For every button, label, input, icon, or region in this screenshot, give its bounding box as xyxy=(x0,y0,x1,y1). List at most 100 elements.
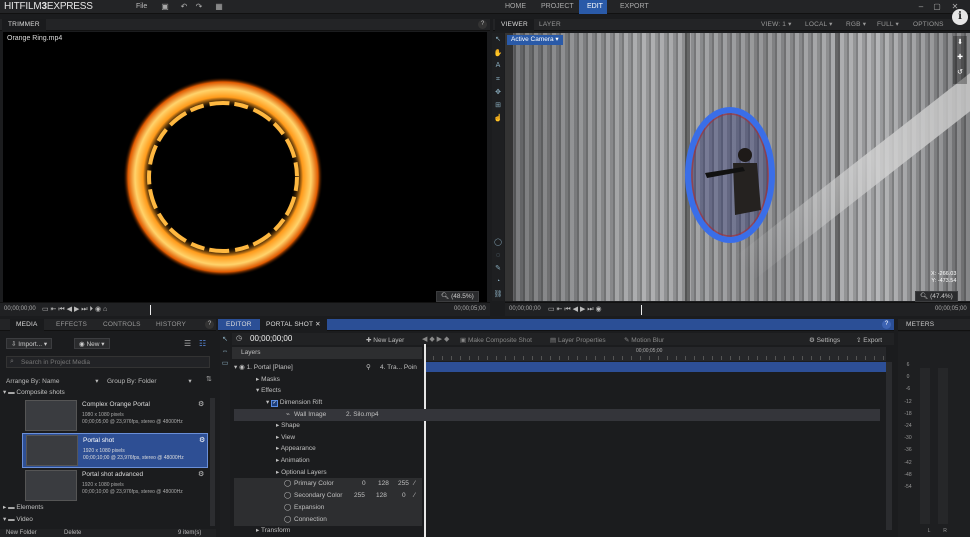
keyframe-icon[interactable]: ◯ xyxy=(284,502,291,514)
nav-project[interactable]: PROJECT xyxy=(533,0,574,14)
dimension-rift-row[interactable]: ▾ ✓ Dimension Rift xyxy=(266,397,422,409)
reset-icon[interactable]: ↺ xyxy=(955,68,965,78)
tab-portal-shot[interactable]: PORTAL SHOT ✕ xyxy=(260,319,327,331)
shape-row[interactable]: ▸ Shape xyxy=(276,420,422,432)
media-item[interactable]: Portal shot advanced 1920 x 1080 pixels … xyxy=(22,468,208,503)
make-composite-button[interactable]: ▣ Make Composite Shot xyxy=(460,336,532,344)
tab-viewer[interactable]: VIEWER xyxy=(495,19,534,31)
keyframe-icon[interactable]: ◯ xyxy=(284,514,291,526)
close-tab-icon[interactable]: ✕ xyxy=(315,321,321,328)
group-select[interactable]: Group By: Folder ▾ xyxy=(107,377,192,385)
settings-icon[interactable]: ⚙ xyxy=(198,470,204,478)
animation-row[interactable]: ▸ Animation xyxy=(276,455,422,467)
pen-tool-icon[interactable]: ✎ xyxy=(493,264,503,274)
transform-tool-icon[interactable]: ⊞ xyxy=(493,101,503,111)
maximize-icon[interactable]: ▢ xyxy=(932,1,942,12)
tab-layer[interactable]: LAYER xyxy=(533,19,567,31)
checkbox[interactable]: ✓ xyxy=(271,400,279,407)
detail-view-icon[interactable]: ☷ xyxy=(199,339,206,348)
viewer-zoom[interactable]: 🔍︎ (47.4%) xyxy=(915,291,958,302)
text-tool-icon[interactable]: A xyxy=(493,61,503,71)
viewer-playhead[interactable] xyxy=(641,305,642,315)
media-scrollbar[interactable] xyxy=(210,398,215,526)
tab-editor[interactable]: EDITOR xyxy=(220,319,258,331)
download-icon[interactable]: ⬇ xyxy=(955,38,965,48)
mask-tool-icon[interactable]: ◯ xyxy=(493,238,503,248)
redo-icon[interactable]: ↷ xyxy=(194,2,204,12)
trimmer-zoom[interactable]: 🔍︎ (48.5%) xyxy=(436,291,479,302)
options-menu[interactable]: OPTIONS xyxy=(907,19,950,31)
tab-controls[interactable]: CONTROLS xyxy=(97,319,147,331)
move-tool-icon[interactable]: ✥ xyxy=(493,88,503,98)
settings-icon[interactable]: ⚙ xyxy=(199,436,205,444)
active-camera-select[interactable]: Active Camera ▾ xyxy=(507,35,563,45)
trimmer-playhead[interactable] xyxy=(150,305,151,315)
save-icon[interactable]: ▣ xyxy=(160,2,170,12)
nav-export[interactable]: EXPORT xyxy=(612,0,652,14)
hand-tool-icon[interactable]: ☝ xyxy=(493,114,503,124)
tab-trimmer[interactable]: TRIMMER xyxy=(2,19,46,31)
search-input[interactable] xyxy=(21,358,207,367)
new-button[interactable]: ◉ New ▾ xyxy=(74,338,110,349)
razor-tool-icon[interactable]: ▭ xyxy=(220,359,230,369)
viewer-video[interactable]: Active Camera ▾ X: -266.03 Y: -473.54 ⬇ … xyxy=(505,33,970,301)
folder-video[interactable]: ▾ ▬ Video xyxy=(3,514,208,526)
optional-layers-row[interactable]: ▸ Optional Layers xyxy=(276,467,422,479)
import-button[interactable]: ⇩ Import... ▾ xyxy=(6,338,53,349)
select-tool-icon[interactable]: ↖ xyxy=(220,335,230,345)
sort-icon[interactable]: ⇅ xyxy=(206,375,212,383)
masks-row[interactable]: ▸ Masks xyxy=(256,374,422,386)
arrange-select[interactable]: Arrange By: Name ▾ xyxy=(6,377,99,385)
settings-icon[interactable]: ⚙ xyxy=(198,400,204,408)
new-folder-button[interactable]: New Folder xyxy=(6,530,37,536)
local-select[interactable]: LOCAL ▾ xyxy=(799,19,839,31)
nav-home[interactable]: HOME xyxy=(497,0,529,14)
info-icon[interactable]: i xyxy=(952,9,968,25)
file-menu[interactable]: File xyxy=(136,3,147,10)
tab-effects[interactable]: EFFECTS xyxy=(50,319,93,331)
help-icon[interactable]: ? xyxy=(478,20,487,29)
keyframe-icon[interactable]: ◯ xyxy=(284,478,291,490)
settings-button[interactable]: ⚙ Settings xyxy=(809,336,840,344)
crop-tool-icon[interactable]: ⌗ xyxy=(493,75,503,85)
timeline-playhead[interactable] xyxy=(424,344,426,537)
folder-elements[interactable]: ▸ ▬ Elements xyxy=(3,502,208,514)
effects-row[interactable]: ▾ Effects xyxy=(256,385,422,397)
connection-row[interactable]: ◯ Connection xyxy=(234,514,422,526)
appearance-row[interactable]: ▸ Appearance xyxy=(276,443,422,455)
media-item[interactable]: Complex Orange Portal 1080 x 1080 pixels… xyxy=(22,398,208,433)
nav-edit[interactable]: EDIT xyxy=(579,0,607,14)
full-select[interactable]: FULL ▾ xyxy=(871,19,905,31)
undo-icon[interactable]: ↶ xyxy=(179,2,189,12)
view-row[interactable]: ▸ View xyxy=(276,432,422,444)
keyframe-icon[interactable]: ◯ xyxy=(284,490,291,502)
media-item[interactable]: Portal shot 1920 x 1080 pixels 00;00;10;… xyxy=(22,433,208,468)
freehand-mask-icon[interactable]: ◌ xyxy=(493,251,503,261)
select-tool-icon[interactable]: ↖ xyxy=(493,35,503,45)
slip-tool-icon[interactable]: ⇔ xyxy=(220,347,230,357)
tab-history[interactable]: HISTORY xyxy=(150,319,192,331)
eyedropper-icon[interactable]: ⁄ xyxy=(414,490,415,502)
ellipse-mask-icon[interactable]: ◔ xyxy=(493,277,503,287)
eyedropper-icon[interactable]: ⁄ xyxy=(414,478,415,490)
view-select[interactable]: VIEW: 1 ▾ xyxy=(755,19,798,31)
media-search[interactable]: ⌕ xyxy=(6,356,210,368)
layer-row[interactable]: ▾ ◉ 1. Portal [Plane] ⚲ 4. Tra... Poin xyxy=(234,362,422,374)
grid-icon[interactable]: ▦ xyxy=(214,2,224,12)
editor-timecode[interactable]: 00;00;00;00 xyxy=(250,334,292,343)
keyframe-nav-icons[interactable]: ◀ ◆ ▶ ◆ xyxy=(422,335,449,343)
wall-image-select[interactable]: 2. Silo.mp4 xyxy=(346,409,379,421)
layer-clip-bar[interactable] xyxy=(426,362,886,372)
expansion-row[interactable]: ◯ Expansion xyxy=(234,502,422,514)
rgb-select[interactable]: RGB ▾ xyxy=(840,19,872,31)
delete-button[interactable]: Delete xyxy=(64,530,81,536)
wall-image-row[interactable]: ⌁ Wall Image 2. Silo.mp4 xyxy=(234,409,880,421)
help-icon[interactable]: ? xyxy=(882,320,891,329)
plus-icon[interactable]: ✚ xyxy=(955,53,965,63)
export-button[interactable]: ⇪ Export xyxy=(856,336,882,344)
layer-properties-button[interactable]: ▤ Layer Properties xyxy=(550,336,606,344)
parent-select[interactable]: 4. Tra... Poin xyxy=(380,362,417,374)
trimmer-transport[interactable]: ▭ ⇤ ⏮ ◀ ▶ ⏭ ⏵ ◉ ⌂ xyxy=(42,305,107,314)
list-view-icon[interactable]: ☰ xyxy=(184,339,191,348)
viewer-transport[interactable]: ▭ ⇤ ⏮ ◀ ▶ ⏭ ◉ xyxy=(548,305,602,314)
